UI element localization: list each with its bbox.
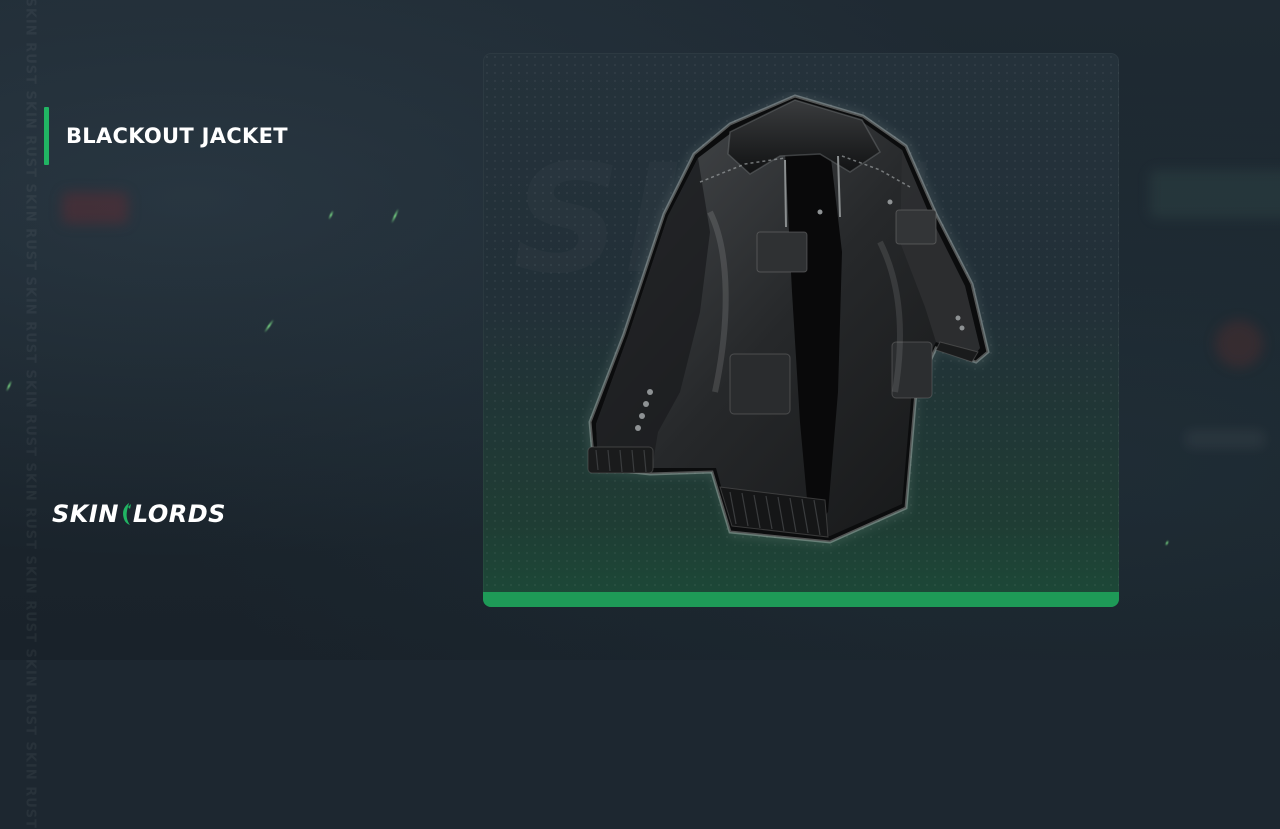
skinlords-logo: SKIN LORDS xyxy=(52,500,226,528)
item-title: BLACKOUT JACKET xyxy=(66,124,288,148)
title-accent-bar xyxy=(44,107,49,165)
blurred-avatar xyxy=(1215,320,1263,368)
item-title-block: BLACKOUT JACKET xyxy=(44,107,288,165)
jacket-icon xyxy=(585,92,992,547)
blurred-badge xyxy=(62,192,128,224)
blurred-label xyxy=(1185,430,1265,448)
logo-text-right: LORDS xyxy=(132,500,226,528)
blurred-panel xyxy=(1150,170,1280,218)
logo-text-left: SKIN xyxy=(52,500,119,528)
side-watermark-text: SKIN RUST SKIN RUST SKIN RUST SKIN RUST … xyxy=(22,0,38,829)
skinlords-logo-mark-icon xyxy=(122,503,131,525)
card-bottom-accent-bar xyxy=(483,592,1119,607)
